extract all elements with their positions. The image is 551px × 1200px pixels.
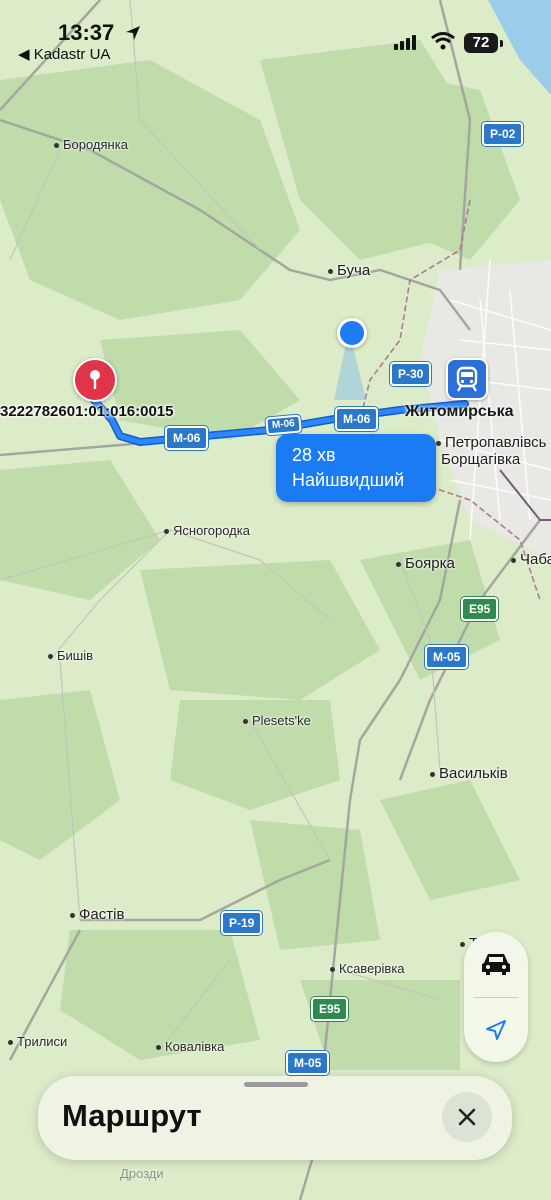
map-controls-panel: [464, 932, 528, 1062]
place-dot: [330, 967, 335, 973]
place-dot: [511, 557, 516, 563]
road-shield-p19: Р-19: [221, 911, 263, 935]
place-name: Бишів: [57, 648, 94, 663]
route-type: Найшвидший: [292, 470, 405, 490]
locate-me-button[interactable]: [478, 1012, 514, 1048]
place-name: Буча: [337, 262, 371, 279]
place-dot: [164, 529, 169, 535]
route-bottom-sheet[interactable]: Маршрут: [38, 1076, 512, 1160]
road-shield-p30: Р-30: [390, 362, 432, 386]
pin-icon: [90, 370, 100, 389]
place-bishiv[interactable]: Бишів: [48, 648, 93, 663]
place-name: Plesets'ke: [252, 713, 311, 728]
place-name: Ковалівка: [165, 1039, 225, 1054]
place-dot: [54, 143, 59, 149]
close-button[interactable]: [442, 1092, 492, 1142]
place-dot: [460, 941, 465, 947]
place-dot: [48, 654, 53, 660]
location-services-icon: [126, 26, 140, 40]
divider: [474, 997, 518, 998]
road-shield-m06: М-06: [165, 426, 209, 450]
car-icon: [482, 954, 510, 975]
place-trylisy[interactable]: Трилиси: [8, 1034, 67, 1049]
train-icon: [456, 366, 478, 392]
place-boiarka[interactable]: Боярка: [396, 555, 455, 572]
wifi-icon: [431, 32, 455, 50]
road-shield-p02: Р-02: [482, 122, 524, 146]
close-icon: [458, 1108, 476, 1126]
place-name: Трилиси: [17, 1034, 68, 1049]
current-location-dot: [337, 318, 367, 348]
road-shield-m06-on-route: М-06: [265, 414, 302, 436]
destination-label[interactable]: 3222782601:01:016:0015: [0, 403, 174, 420]
place-dot: [328, 268, 333, 274]
place-name: Боярка: [405, 555, 455, 572]
battery-tip: [500, 40, 503, 47]
place-dot: [243, 719, 248, 725]
road-shield-m06: М-06: [335, 407, 379, 431]
back-to-app-link[interactable]: ◀ Kadastr UA: [18, 45, 110, 63]
place-dot: [156, 1045, 161, 1051]
place-name: Чаба: [520, 551, 551, 568]
place-dot: [8, 1040, 13, 1046]
sheet-title: Маршрут: [62, 1098, 202, 1133]
place-borshchahivka: Борщагівка: [441, 451, 520, 468]
place-name: Ксаверівка: [339, 961, 405, 976]
road-shield-e95: E95: [461, 597, 499, 621]
cellular-signal-icon: [394, 35, 416, 50]
place-chaba[interactable]: Чаба: [511, 551, 551, 568]
place-plesetske[interactable]: Plesets'ke: [243, 713, 311, 728]
route-callout[interactable]: 28 хв Найшвидший: [276, 434, 436, 502]
clock: 13:37: [58, 20, 115, 45]
place-name: Бородянка: [63, 137, 128, 152]
place-dot: [430, 771, 435, 777]
route-duration: 28 хв: [292, 445, 336, 465]
place-name: Фастів: [79, 906, 125, 923]
place-ksaverivka[interactable]: Ксаверівка: [330, 961, 405, 976]
driving-mode-button[interactable]: [478, 946, 514, 982]
place-name: Дрозди: [120, 1166, 164, 1181]
battery-indicator: 72: [464, 33, 498, 53]
place-petropavlivska[interactable]: Петропавлівсь: [436, 434, 546, 451]
place-fastiv[interactable]: Фастів: [70, 906, 124, 923]
road-shield-m05: М-05: [425, 645, 469, 669]
place-drozdy[interactable]: Дрозди: [120, 1166, 164, 1181]
sheet-grabber[interactable]: [244, 1082, 308, 1087]
place-bucha[interactable]: Буча: [328, 262, 370, 279]
metro-station-label[interactable]: Житомирська: [405, 403, 514, 421]
place-name-line1: Петропавлівсь: [445, 434, 547, 451]
place-name: Васильків: [439, 765, 508, 782]
status-bar: 13:37 ◀ Kadastr UA 72: [0, 0, 551, 70]
place-kovalivka[interactable]: Ковалівка: [156, 1039, 224, 1054]
destination-pin[interactable]: [73, 358, 117, 402]
place-dot: [396, 561, 401, 567]
road-shield-m05: М-05: [286, 1051, 330, 1075]
metro-station-marker[interactable]: [446, 358, 488, 400]
place-name: Ясногородка: [173, 523, 250, 538]
location-arrow-icon: [486, 1020, 506, 1040]
place-yasnogorodka[interactable]: Ясногородка: [164, 523, 250, 538]
place-vasylkiv[interactable]: Васильків: [430, 765, 508, 782]
road-shield-e95: E95: [311, 997, 349, 1021]
place-borodyanka[interactable]: Бородянка: [54, 137, 128, 152]
place-name-line2: Борщагівка: [441, 451, 521, 468]
place-dot: [70, 912, 75, 918]
place-dot: [436, 440, 441, 446]
